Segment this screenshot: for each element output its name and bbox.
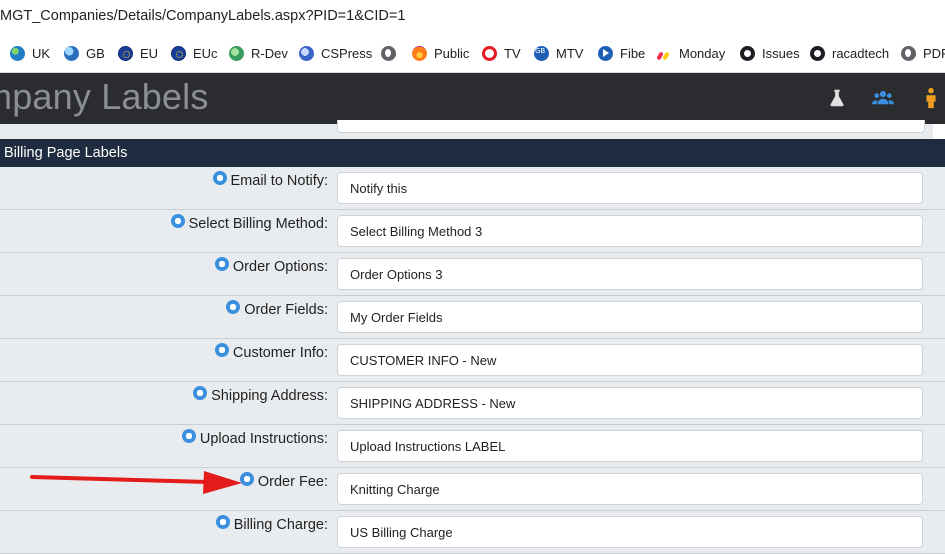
billing-charge-input[interactable] bbox=[337, 516, 923, 548]
customer-info-input[interactable] bbox=[337, 344, 923, 376]
label-row-order-options: Order Options: bbox=[0, 253, 945, 296]
eu-flag-icon bbox=[118, 45, 133, 61]
label-row-upload-instructions: Upload Instructions: bbox=[0, 425, 945, 468]
bookmarks-bar: UK GB EU EUc R-Dev CSPress Public TV MTV… bbox=[0, 34, 945, 73]
order-options-input[interactable] bbox=[337, 258, 923, 290]
fibe-play-icon bbox=[598, 45, 613, 61]
shipping-address-input[interactable] bbox=[337, 387, 923, 419]
row-label: Customer Info: bbox=[214, 343, 328, 361]
label-row-email-to-notify: Email to Notify: bbox=[0, 167, 945, 210]
globe-icon bbox=[299, 45, 314, 61]
bookmark-mtv[interactable]: MTV bbox=[534, 44, 583, 62]
monday-icon bbox=[657, 46, 672, 61]
annotation-arrow bbox=[30, 471, 242, 494]
order-fields-input[interactable] bbox=[337, 301, 923, 333]
globe-icon bbox=[229, 45, 244, 61]
globe-icon bbox=[901, 45, 916, 61]
globe-icon bbox=[64, 45, 79, 61]
bookmark-r-dev[interactable]: R-Dev bbox=[229, 44, 288, 62]
github-icon bbox=[740, 45, 755, 61]
bookmark-fibe[interactable]: Fibe bbox=[598, 44, 645, 62]
select-billing-method-input[interactable] bbox=[337, 215, 923, 247]
bookmark-uk[interactable]: UK bbox=[10, 44, 50, 62]
label-row-shipping-address: Shipping Address: bbox=[0, 382, 945, 425]
bookmark-unnamed[interactable] bbox=[381, 44, 403, 62]
section-header: Billing Page Labels bbox=[0, 139, 945, 167]
flask-icon[interactable] bbox=[826, 87, 848, 109]
sync-icon[interactable] bbox=[214, 343, 229, 357]
row-label: Billing Charge: bbox=[215, 515, 328, 533]
row-label: Order Fee: bbox=[239, 472, 328, 490]
previous-row-input[interactable] bbox=[337, 120, 925, 133]
sync-icon[interactable] bbox=[193, 386, 208, 400]
globe-icon bbox=[381, 45, 396, 61]
bookmark-issues[interactable]: Issues bbox=[740, 44, 800, 62]
person-icon[interactable] bbox=[920, 87, 942, 109]
sync-icon[interactable] bbox=[226, 300, 241, 314]
bookmark-pdfs[interactable]: PDFS bbox=[901, 44, 945, 62]
row-label: Select Billing Method: bbox=[170, 214, 328, 232]
globe-icon bbox=[10, 45, 25, 61]
sync-icon[interactable] bbox=[170, 214, 185, 228]
bookmark-eu[interactable]: EU bbox=[118, 44, 158, 62]
upload-instructions-input[interactable] bbox=[337, 430, 923, 462]
order-fee-input[interactable] bbox=[337, 473, 923, 505]
row-label: Shipping Address: bbox=[193, 386, 328, 404]
row-label: Upload Instructions: bbox=[181, 429, 328, 447]
page-title: mpany Labels bbox=[0, 76, 209, 117]
bookmark-gb[interactable]: GB bbox=[64, 44, 105, 62]
firefox-icon bbox=[412, 45, 427, 61]
section-title: Billing Page Labels bbox=[4, 145, 128, 161]
row-label: Email to Notify: bbox=[212, 171, 328, 189]
eu-flag-icon bbox=[171, 45, 186, 61]
github-icon bbox=[810, 45, 825, 61]
label-row-customer-info: Customer Info: bbox=[0, 339, 945, 382]
bookmark-tv[interactable]: TV bbox=[482, 44, 521, 62]
label-row-billing-charge: Billing Charge: bbox=[0, 511, 945, 554]
bookmark-cspress[interactable]: CSPress bbox=[299, 44, 372, 62]
label-row-select-billing-method: Select Billing Method: bbox=[0, 210, 945, 253]
users-icon[interactable] bbox=[872, 87, 894, 109]
email-to-notify-input[interactable] bbox=[337, 172, 923, 204]
previous-row-stub bbox=[0, 120, 933, 139]
bookmark-euc[interactable]: EUc bbox=[171, 44, 218, 62]
bookmark-racadtech[interactable]: racadtech bbox=[810, 44, 889, 62]
mtv-icon bbox=[534, 45, 549, 61]
row-label: Order Fields: bbox=[226, 300, 328, 318]
bookmark-public[interactable]: Public bbox=[412, 44, 469, 62]
address-bar-url[interactable]: MGT_Companies/Details/CompanyLabels.aspx… bbox=[0, 8, 405, 24]
scrollbar[interactable] bbox=[933, 124, 945, 139]
sync-icon[interactable] bbox=[215, 515, 230, 529]
label-row-order-fields: Order Fields: bbox=[0, 296, 945, 339]
tv-icon bbox=[482, 45, 497, 61]
row-label: Order Options: bbox=[214, 257, 328, 275]
app-header: mpany Labels bbox=[0, 73, 945, 124]
sync-icon[interactable] bbox=[212, 171, 227, 185]
sync-icon[interactable] bbox=[181, 429, 196, 443]
sync-icon[interactable] bbox=[214, 257, 229, 271]
bookmark-monday[interactable]: Monday bbox=[657, 44, 725, 62]
address-bar[interactable]: MGT_Companies/Details/CompanyLabels.aspx… bbox=[0, 0, 945, 34]
